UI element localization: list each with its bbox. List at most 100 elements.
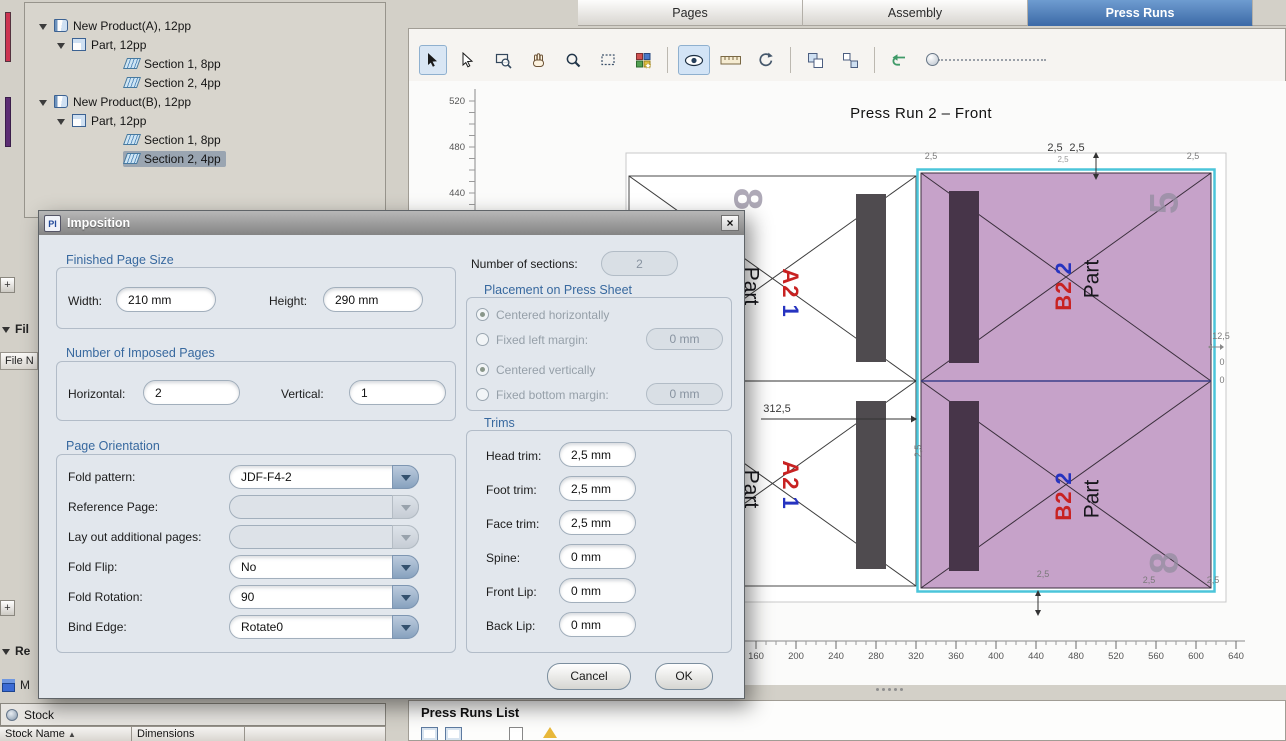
chevron-down-icon [392, 495, 419, 519]
zoom-tool-button[interactable] [559, 45, 587, 75]
stock-section-row[interactable]: Stock [0, 703, 386, 726]
tree-item-part-b[interactable]: Part, 12pp [27, 111, 383, 130]
group-title-trims: Trims [484, 416, 515, 430]
rotate-view-tool-button[interactable] [752, 45, 780, 75]
fold-flip-select[interactable]: No [229, 555, 419, 579]
align-layout-tool-button[interactable] [836, 45, 864, 75]
warning-icon [543, 727, 557, 738]
files-section-header[interactable]: Fil [2, 322, 38, 336]
stock-table-header: Stock Name ▲ Dimensions [0, 726, 386, 741]
width-input[interactable] [116, 287, 216, 312]
arrange-layout-icon [807, 52, 824, 69]
revert-view-tool-button[interactable] [885, 45, 913, 75]
svg-text:0: 0 [1219, 357, 1224, 367]
chevron-down-icon [392, 615, 419, 639]
layout-additional-pages-label: Lay out additional pages: [68, 530, 201, 544]
tree-item-label: New Product(B), 12pp [73, 95, 191, 109]
dialog-titlebar[interactable]: PI Imposition × [39, 211, 744, 235]
bind-edge-select[interactable]: Rotate0 [229, 615, 419, 639]
back-lip-input[interactable] [559, 612, 636, 637]
fixed-bottom-margin-input [646, 383, 723, 405]
fixed-left-margin-input [646, 328, 723, 350]
svg-text:2,5: 2,5 [1057, 155, 1069, 164]
svg-text:2,5: 2,5 [1037, 569, 1050, 579]
add-file-button[interactable]: + [0, 277, 15, 293]
file-name-column-header[interactable]: File N [0, 352, 38, 370]
tab-press-runs[interactable]: Press Runs [1028, 0, 1253, 26]
media-list-item[interactable]: M [2, 678, 38, 692]
head-trim-label: Head trim: [486, 449, 541, 463]
tree-item-part-a[interactable]: Part, 12pp [27, 35, 383, 54]
radio-centered-vertically [476, 363, 489, 376]
horizontal-input[interactable] [143, 380, 240, 405]
front-lip-input[interactable] [559, 578, 636, 603]
signature-code: A21 [778, 268, 803, 317]
fold-rotation-select[interactable]: 90 [229, 585, 419, 609]
face-trim-input[interactable] [559, 510, 636, 535]
stock-name-column-header[interactable]: Stock Name ▲ [0, 726, 132, 741]
measure-tool-button[interactable] [717, 45, 745, 75]
part-label: Part [1081, 260, 1104, 299]
preview-toggle-button[interactable] [678, 45, 710, 75]
fold-rotation-label: Fold Rotation: [68, 590, 143, 604]
svg-text:2,5: 2,5 [913, 445, 923, 458]
fold-pattern-select[interactable]: JDF-F4-2 [229, 465, 419, 489]
head-trim-input[interactable] [559, 442, 636, 467]
press-run-thumbnail-icon[interactable] [445, 727, 462, 741]
tab-pages[interactable]: Pages [578, 0, 803, 26]
group-title-page-orientation: Page Orientation [66, 439, 160, 453]
select-tool-button[interactable] [419, 45, 447, 75]
spine-input[interactable] [559, 544, 636, 569]
resources-section-header[interactable]: Re [2, 644, 38, 658]
dimensions-column-header[interactable]: Dimensions [132, 726, 245, 741]
svg-text:520: 520 [1108, 651, 1124, 662]
tree-item-new-product-b[interactable]: New Product(B), 12pp [27, 92, 383, 111]
toolbar-separator [790, 47, 791, 73]
height-input[interactable] [323, 287, 423, 312]
marquee-icon [600, 52, 617, 68]
dialog-title: Imposition [67, 216, 130, 230]
tabbar-filler [1253, 0, 1286, 26]
close-icon[interactable]: × [721, 215, 739, 231]
tab-assembly[interactable]: Assembly [803, 0, 1028, 26]
vertical-input[interactable] [349, 380, 446, 405]
pan-hand-icon [530, 52, 547, 68]
book-icon [54, 19, 68, 32]
measure-ruler-icon [720, 53, 742, 67]
tree-item-new-product-a[interactable]: New Product(A), 12pp [27, 16, 383, 35]
book-icon [54, 95, 68, 108]
foot-trim-input[interactable] [559, 476, 636, 501]
tree-item-section-2-b[interactable]: Section 2, 4pp [27, 149, 383, 168]
arrange-layout-tool-button[interactable] [801, 45, 829, 75]
tree-item-section-1-a[interactable]: Section 1, 8pp [27, 54, 383, 73]
press-run-thumbnail-icon[interactable] [421, 727, 438, 741]
revert-view-icon [890, 53, 908, 68]
zoom-area-tool-button[interactable] [489, 45, 517, 75]
collapse-triangle-icon[interactable] [57, 40, 67, 50]
cancel-button[interactable]: Cancel [547, 663, 631, 690]
tree-item-section-2-a[interactable]: Section 2, 4pp [27, 73, 383, 92]
zoom-slider-knob[interactable] [926, 53, 939, 66]
radio-fixed-left-margin [476, 333, 489, 346]
checkbox-icon[interactable] [509, 727, 523, 741]
section-stack-icon [123, 77, 141, 88]
collapse-triangle-icon[interactable] [39, 97, 49, 107]
ok-button[interactable]: OK [655, 663, 713, 690]
add-resource-button[interactable]: + [0, 600, 15, 616]
signature-code: B22 [1051, 261, 1076, 310]
press-sheet-section-b-selected[interactable] [918, 170, 1215, 592]
collapse-triangle-icon[interactable] [39, 21, 49, 31]
assign-pages-tool-button[interactable] [629, 45, 657, 75]
collapse-triangle-icon[interactable] [57, 116, 67, 126]
marquee-zoom-tool-button[interactable] [594, 45, 622, 75]
svg-text:2,5: 2,5 [1047, 142, 1062, 154]
pan-tool-button[interactable] [524, 45, 552, 75]
zoom-slider-track [938, 59, 1046, 61]
panel-splitter-handle[interactable] [876, 688, 879, 691]
zoom-slider[interactable] [926, 50, 1046, 70]
press-run-title: Press Run 2 – Front [721, 105, 1121, 122]
tree-item-section-1-b[interactable]: Section 1, 8pp [27, 130, 383, 149]
part-page-icon [72, 114, 86, 127]
direct-select-tool-button[interactable] [454, 45, 482, 75]
rotate-view-icon [757, 51, 775, 69]
